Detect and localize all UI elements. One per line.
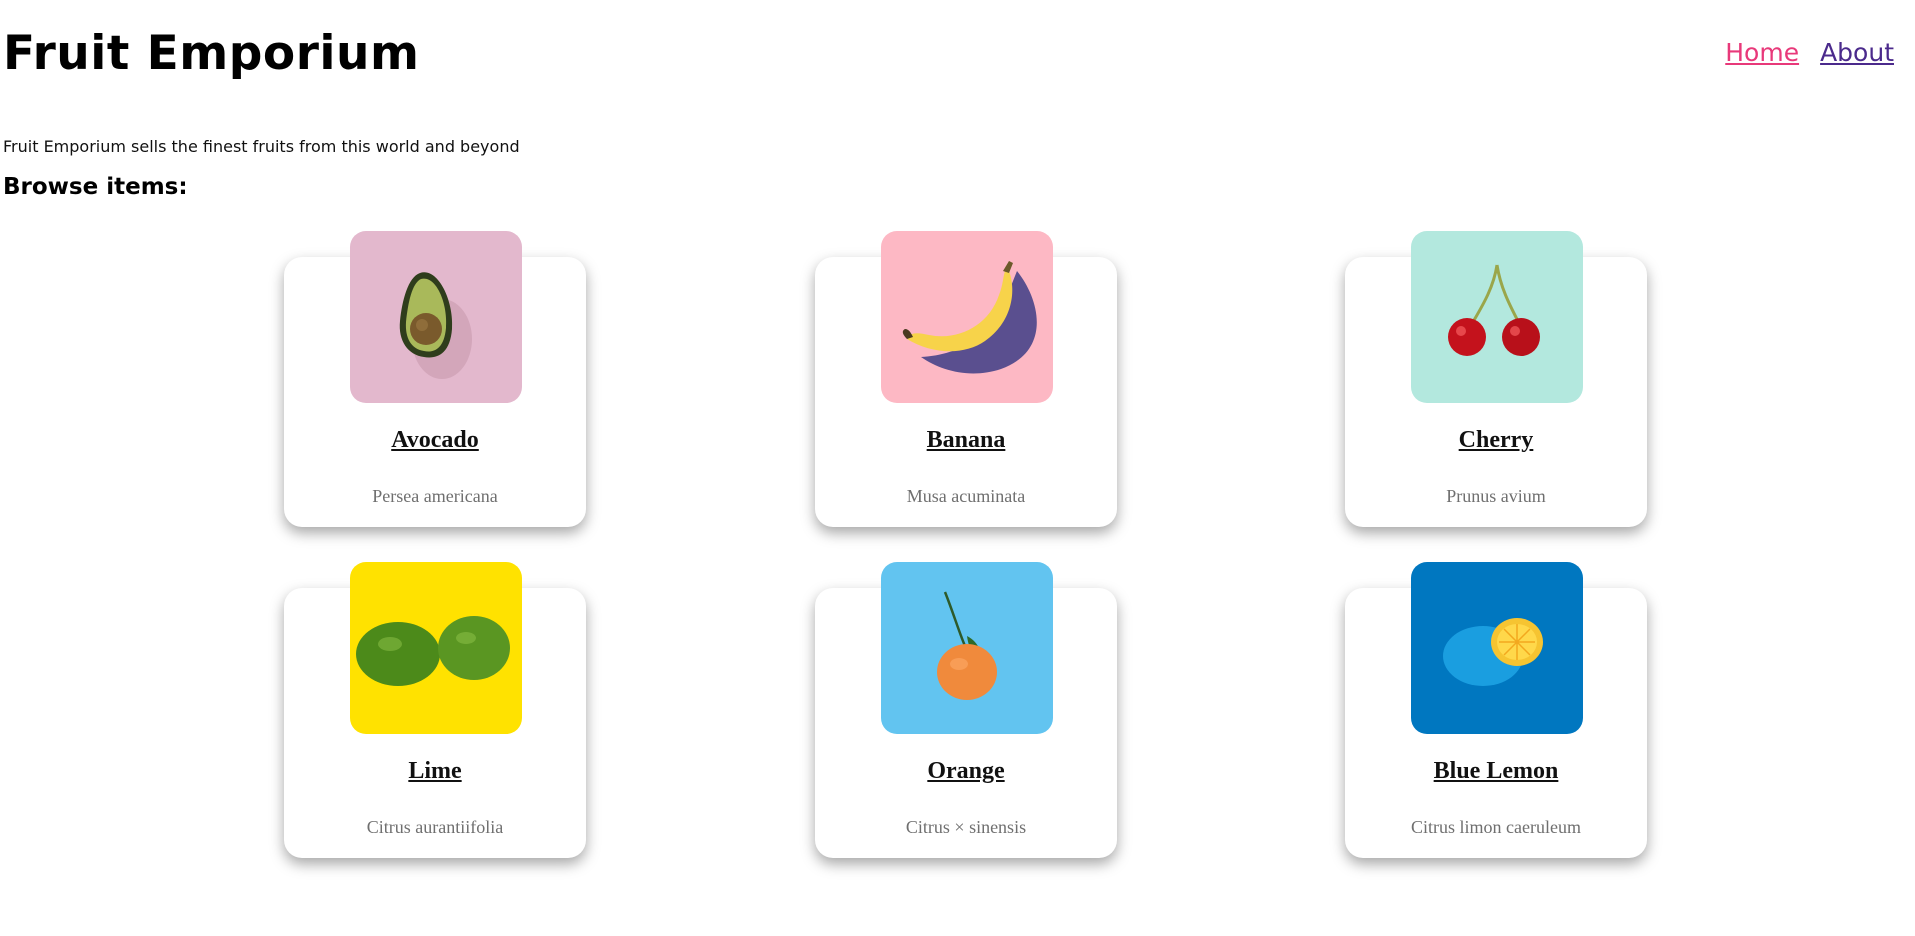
product-scientific-name: Persea americana <box>372 486 498 506</box>
product-card-blue-lemon[interactable]: Blue Lemon Citrus limon caeruleum <box>1345 562 1647 858</box>
nav-link-about[interactable]: About <box>1820 38 1894 67</box>
lime-image[interactable] <box>350 562 522 734</box>
avocado-illustration <box>350 231 522 403</box>
product-scientific-name: Citrus aurantiifolia <box>366 817 504 837</box>
banana-image[interactable] <box>881 231 1053 403</box>
product-scientific-name: Citrus × sinensis <box>905 817 1027 837</box>
blue-lemon-image[interactable] <box>1411 562 1583 734</box>
product-name[interactable]: Banana <box>815 427 1117 454</box>
product-name[interactable]: Blue Lemon <box>1345 758 1647 785</box>
product-card-lime[interactable]: Lime Citrus aurantiifolia <box>284 562 586 858</box>
product-scientific-name: Musa acuminata <box>906 486 1026 506</box>
product-card-orange[interactable]: Orange Citrus × sinensis <box>815 562 1117 858</box>
orange-illustration <box>881 562 1053 734</box>
product-card-cherry[interactable]: Cherry Prunus avium <box>1345 231 1647 527</box>
browse-heading: Browse items: <box>3 174 188 200</box>
product-name[interactable]: Lime <box>284 758 586 785</box>
cherry-image[interactable] <box>1411 231 1583 403</box>
product-card-banana[interactable]: Banana Musa acuminata <box>815 231 1117 527</box>
nav-link-home[interactable]: Home <box>1725 38 1799 67</box>
product-name[interactable]: Avocado <box>284 427 586 454</box>
banana-illustration <box>881 231 1053 403</box>
product-name[interactable]: Cherry <box>1345 427 1647 454</box>
product-scientific-name: Citrus limon caeruleum <box>1411 817 1581 837</box>
blue-lemon-illustration <box>1411 562 1583 734</box>
lime-illustration <box>350 562 522 734</box>
product-name[interactable]: Orange <box>815 758 1117 785</box>
orange-image[interactable] <box>881 562 1053 734</box>
avocado-image[interactable] <box>350 231 522 403</box>
tagline: Fruit Emporium sells the finest fruits f… <box>3 137 520 156</box>
product-card-avocado[interactable]: Avocado Persea americana <box>284 231 586 527</box>
product-scientific-name: Prunus avium <box>1446 486 1546 506</box>
cherry-illustration <box>1411 231 1583 403</box>
main-nav: Home About <box>1725 38 1894 67</box>
site-title: Fruit Emporium <box>3 26 420 81</box>
